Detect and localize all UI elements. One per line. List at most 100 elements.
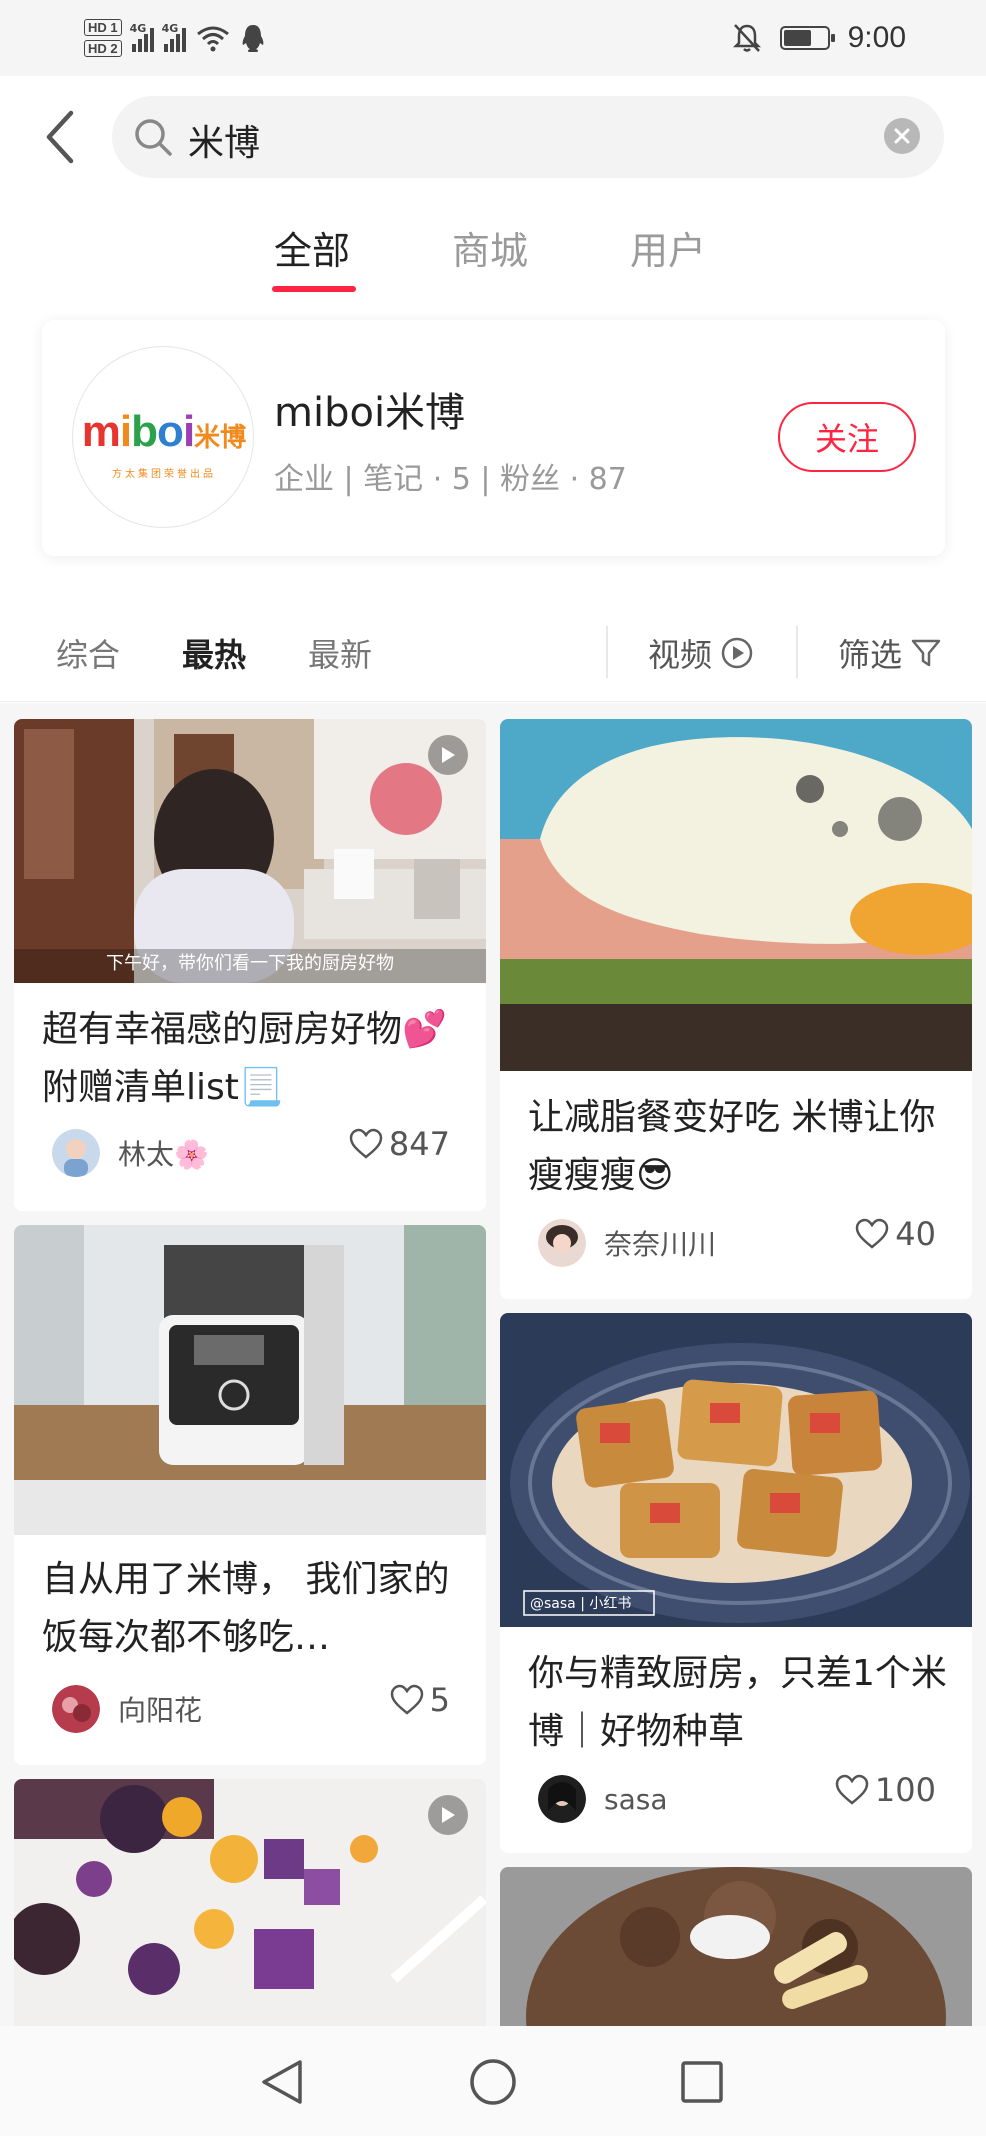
close-icon bbox=[894, 128, 910, 144]
logo-letter: b bbox=[131, 407, 158, 456]
system-nav-bar bbox=[0, 2026, 986, 2136]
nav-home-button[interactable] bbox=[465, 2054, 521, 2110]
note-card[interactable]: 让减脂餐变好吃 米博让你瘦瘦瘦😎 奈奈川川 40 bbox=[500, 719, 972, 1299]
wifi-icon bbox=[196, 26, 229, 52]
note-title: 让减脂餐变好吃 米博让你瘦瘦瘦😎 bbox=[528, 1097, 936, 1196]
chevron-left-icon bbox=[46, 110, 74, 164]
follow-button[interactable]: 关注 bbox=[778, 402, 916, 472]
like-button[interactable]: 100 bbox=[835, 1771, 936, 1809]
note-cover-image bbox=[14, 719, 486, 983]
video-badge bbox=[428, 735, 468, 775]
clear-search-button[interactable] bbox=[884, 118, 920, 154]
note-card[interactable]: 下午好，带你们看一下我的厨房好物 超有幸福感的厨房好物💕附赠清单list📃 林太… bbox=[14, 719, 486, 1211]
note-title: 你与精致厨房，只差1个米博｜好物种草 bbox=[528, 1653, 947, 1752]
logo-subtitle: 方太集团荣誉出品 bbox=[112, 469, 216, 480]
status-bar: HD 1 HD 2 4G 4G 9:00 bbox=[0, 0, 986, 76]
network-label: 4G bbox=[129, 22, 147, 35]
filter-button[interactable]: 筛选 bbox=[838, 630, 942, 676]
note-cover-image bbox=[500, 719, 972, 1071]
user-name: miboi米博 bbox=[274, 390, 466, 436]
divider bbox=[796, 626, 798, 678]
sort-hottest[interactable]: 最热 bbox=[182, 630, 246, 676]
search-input[interactable]: 米博 bbox=[188, 114, 260, 166]
avatar bbox=[52, 1685, 100, 1733]
clock: 9:00 bbox=[847, 21, 906, 54]
nav-back-button[interactable] bbox=[254, 2054, 310, 2110]
nav-recents-button[interactable] bbox=[674, 2054, 730, 2110]
logo-text: miboi bbox=[81, 407, 195, 456]
note-author[interactable]: 林太🌸 bbox=[52, 1129, 209, 1177]
note-card[interactable] bbox=[14, 1779, 486, 2039]
note-cover-image bbox=[14, 1779, 486, 2039]
nav-recents-icon bbox=[681, 2061, 723, 2103]
author-name: sasa bbox=[604, 1782, 668, 1816]
like-count: 100 bbox=[874, 1771, 936, 1809]
heart-icon bbox=[390, 1684, 423, 1715]
nav-home-icon bbox=[470, 2059, 516, 2105]
user-meta: 企业 | 笔记 · 5 | 粉丝 · 87 bbox=[274, 462, 627, 497]
hd-label: HD 1 bbox=[84, 19, 122, 36]
battery-icon bbox=[779, 26, 835, 50]
main-tabs: 全部 商城 用户 bbox=[0, 210, 986, 292]
hd-icon: HD 1 HD 2 bbox=[84, 19, 122, 57]
logo-letter: o bbox=[157, 407, 184, 456]
video-filter-button[interactable]: 视频 bbox=[648, 630, 754, 676]
signal-icon: 4G bbox=[129, 22, 154, 52]
play-circle-icon bbox=[721, 637, 753, 669]
image-watermark: @sasa | 小红书 bbox=[530, 1596, 632, 1612]
video-badge bbox=[428, 1795, 468, 1835]
logo-letter: m bbox=[81, 407, 121, 456]
tab-all[interactable]: 全部 bbox=[274, 220, 350, 275]
signal-icon: 4G bbox=[161, 22, 186, 52]
note-card[interactable] bbox=[500, 1867, 972, 2039]
note-author[interactable]: sasa bbox=[538, 1775, 668, 1823]
play-icon bbox=[442, 747, 455, 763]
like-count: 40 bbox=[895, 1215, 936, 1253]
avatar bbox=[538, 1775, 586, 1823]
like-count: 5 bbox=[429, 1681, 450, 1719]
author-name: 奈奈川川 bbox=[604, 1228, 717, 1261]
author-name: 林太🌸 bbox=[118, 1138, 209, 1171]
like-button[interactable]: 847 bbox=[349, 1125, 450, 1163]
tab-users[interactable]: 用户 bbox=[630, 220, 706, 275]
heart-icon bbox=[856, 1218, 889, 1249]
note-card[interactable]: @sasa | 小红书 你与精致厨房，只差1个米博｜好物种草 sasa 100 bbox=[500, 1313, 972, 1853]
sort-filter-bar: 综合 最热 最新 视频 筛选 bbox=[0, 606, 986, 702]
qq-icon bbox=[242, 25, 264, 52]
note-author[interactable]: 向阳花 bbox=[52, 1685, 202, 1733]
sort-comprehensive[interactable]: 综合 bbox=[56, 630, 120, 676]
note-feed: 下午好，带你们看一下我的厨房好物 超有幸福感的厨房好物💕附赠清单list📃 林太… bbox=[0, 703, 986, 2039]
search-icon bbox=[135, 119, 172, 156]
miboi-logo: miboi米博 bbox=[73, 407, 253, 457]
note-author[interactable]: 奈奈川川 bbox=[538, 1219, 716, 1267]
like-button[interactable]: 40 bbox=[855, 1215, 936, 1253]
mute-icon bbox=[732, 24, 761, 52]
like-count: 847 bbox=[388, 1125, 450, 1163]
author-name: 向阳花 bbox=[118, 1694, 203, 1727]
note-title: 自从用了米博， 我们家的饭每次都不够吃… bbox=[42, 1559, 450, 1658]
user-result-card[interactable]: miboi米博 方太集团荣誉出品 miboi米博 企业 | 笔记 · 5 | 粉… bbox=[42, 320, 945, 556]
like-button[interactable]: 5 bbox=[390, 1681, 450, 1719]
logo-letter: i bbox=[182, 407, 195, 456]
search-bar[interactable]: 米博 bbox=[112, 96, 944, 178]
nav-back-icon bbox=[262, 2060, 302, 2104]
funnel-icon bbox=[911, 639, 941, 667]
play-icon bbox=[442, 1807, 455, 1823]
avatar[interactable]: miboi米博 方太集团荣誉出品 bbox=[72, 346, 254, 528]
note-cover-image bbox=[14, 1225, 486, 1535]
logo-letter: i bbox=[119, 407, 132, 456]
avatar bbox=[538, 1219, 586, 1267]
note-cover-image bbox=[500, 1867, 972, 2039]
note-title: 超有幸福感的厨房好物💕附赠清单list📃 bbox=[42, 1009, 447, 1108]
active-tab-indicator bbox=[272, 286, 356, 292]
divider bbox=[606, 626, 608, 678]
sort-newest[interactable]: 最新 bbox=[308, 630, 372, 676]
tab-mall[interactable]: 商城 bbox=[452, 220, 528, 275]
heart-icon bbox=[349, 1128, 383, 1159]
image-caption: 下午好，带你们看一下我的厨房好物 bbox=[106, 953, 394, 974]
avatar bbox=[52, 1129, 100, 1177]
filter-label: 筛选 bbox=[838, 636, 903, 674]
note-card[interactable]: 自从用了米博， 我们家的饭每次都不够吃… 向阳花 5 bbox=[14, 1225, 486, 1765]
network-label: 4G bbox=[161, 22, 179, 35]
back-button[interactable] bbox=[30, 102, 90, 172]
